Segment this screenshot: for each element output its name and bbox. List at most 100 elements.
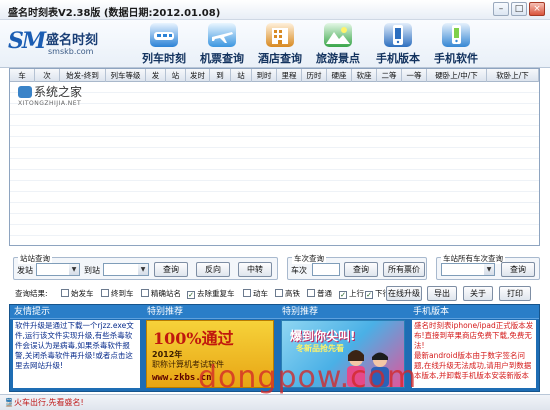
checkbox-icon[interactable]: [61, 289, 69, 297]
mobile-version-panel: 手机版本 盛名时刻表iphone/ipad正式版本发布!直接到苹果商店免费下载,…: [409, 305, 539, 391]
chevron-down-icon: ▼: [69, 264, 79, 275]
station-query-button[interactable]: 查询: [154, 262, 188, 277]
train-icon: [150, 23, 178, 47]
fashion-ad[interactable]: 爆到你尖叫! 冬新品抢先看: [281, 320, 405, 388]
chevron-down-icon: ▼: [484, 264, 494, 275]
filter-exact-name-checkbox[interactable]: 精确站名: [141, 288, 181, 300]
mobile-android-notice: 最新android版本由于数字签名问题,在线升级无法成功,请用户到数据本版本,并…: [414, 351, 532, 380]
toolbar-label: 机票查询: [200, 52, 244, 65]
column-header[interactable]: 软座: [352, 69, 377, 82]
table-header: 车 次 始发-终到 列车等级 发 站 发时 到 站 到时 里程 历时 硬座 软座…: [10, 69, 539, 82]
watermark-name: 系统之家: [34, 85, 83, 99]
column-header[interactable]: 列车等级: [106, 69, 146, 82]
minimize-button[interactable]: –: [493, 2, 509, 16]
filter-terminal-checkbox[interactable]: 终到车: [101, 288, 134, 300]
mobile-phone-icon: [384, 23, 412, 47]
train-number-input[interactable]: [312, 263, 340, 276]
status-bar: 🚆火车出行,先看盛名!: [0, 394, 550, 410]
mobile-iphone-notice: 盛名时刻表iphone/ipad正式版本发布!直接到苹果商店免费下载,免费无法!: [414, 321, 534, 350]
filter-dedupe-checkbox[interactable]: ✓ 去除重复车: [187, 288, 235, 300]
hotel-icon: [266, 23, 294, 47]
filter-highspeed-checkbox[interactable]: 高铁: [275, 288, 300, 300]
checkbox-icon[interactable]: [101, 289, 109, 297]
column-header[interactable]: 一等: [402, 69, 427, 82]
ad-subtitle: 冬新品抢先看: [296, 344, 344, 353]
export-button[interactable]: 导出: [427, 286, 457, 301]
from-station-select[interactable]: ▼: [36, 263, 80, 276]
exam-software-ad[interactable]: 100%通过 2012年 职称计算机考试软件 www.zkbs.cn: [146, 320, 274, 388]
column-header[interactable]: 历时: [302, 69, 327, 82]
mobile-app-icon: [442, 23, 470, 47]
about-button[interactable]: 关于: [463, 286, 493, 301]
station-query-panel: 站站查询 发站 ▼ 到站 ▼ 查询 反向 中转: [13, 253, 278, 280]
filter-emu-checkbox[interactable]: 动车: [243, 288, 268, 300]
maximize-button[interactable]: □: [511, 2, 527, 16]
window-title: 盛名时刻表V2.38版 (数据日期:2012.01.08): [8, 8, 221, 19]
checkmark-icon[interactable]: ✓: [187, 291, 195, 299]
from-station-label: 发站: [17, 266, 33, 275]
column-header[interactable]: 软卧上/下: [487, 69, 539, 82]
to-station-select[interactable]: ▼: [103, 263, 149, 276]
filter-row: 查询结果: 始发车 终到车 精确站名 ✓ 去除重复车 动车 高铁 普通 ✓ 上行 ✓…: [9, 285, 540, 303]
toolbar-mobile-software[interactable]: 手机软件: [430, 23, 482, 67]
all-fares-button[interactable]: 所有票价: [383, 262, 425, 277]
ad-url: www.zkbs.cn: [152, 373, 212, 383]
toolbar-hotel-search[interactable]: 酒店查询: [254, 23, 306, 67]
checkbox-icon[interactable]: [307, 289, 315, 297]
filter-origin-checkbox[interactable]: 始发车: [61, 288, 94, 300]
results-table[interactable]: 车 次 始发-终到 列车等级 发 站 发时 到 站 到时 里程 历时 硬座 软座…: [9, 68, 540, 246]
toolbar-label: 酒店查询: [258, 52, 302, 65]
app-logo: SM 盛名时刻 smskb.com: [6, 26, 126, 62]
station-select[interactable]: ▼: [441, 263, 495, 276]
friendly-tip-text[interactable]: 软件升级是通过下载一个rjzz.exe文件,运行该文件实现升级,有些杀毒软件会误…: [13, 320, 140, 388]
mobile-version-text[interactable]: 盛名时刻表iphone/ipad正式版本发布!直接到苹果商店免费下载,免费无法!…: [412, 320, 536, 388]
checkbox-icon[interactable]: [275, 289, 283, 297]
column-header[interactable]: 硬卧上/中/下: [427, 69, 487, 82]
column-header[interactable]: 车: [10, 69, 35, 82]
recommend-header-1: 特别推荐: [143, 305, 278, 319]
logo-mark: SM: [8, 28, 46, 54]
column-header[interactable]: 二等: [377, 69, 402, 82]
column-header[interactable]: 发: [146, 69, 166, 82]
toolbar-label: 手机软件: [434, 52, 478, 65]
recommend-panel-1: 特别推荐 100%通过 2012年 职称计算机考试软件 www.zkbs.cn: [143, 305, 278, 391]
checkmark-icon[interactable]: ✓: [365, 291, 373, 299]
filter-upward-checkbox[interactable]: ✓ 上行: [339, 288, 364, 300]
checkbox-icon[interactable]: [243, 289, 251, 297]
column-header[interactable]: 站: [166, 69, 186, 82]
column-header[interactable]: 发时: [186, 69, 210, 82]
column-header[interactable]: 始发-终到: [60, 69, 106, 82]
station-all-query-button[interactable]: 查询: [501, 262, 535, 277]
column-header[interactable]: 到时: [252, 69, 277, 82]
friendly-tip-panel: 友情提示 软件升级是通过下载一个rjzz.exe文件,运行该文件实现升级,有些杀…: [10, 305, 143, 391]
column-header[interactable]: 硬座: [327, 69, 352, 82]
toolbar: SM 盛名时刻 smskb.com 列车时刻 机票查询 酒店查询 旅游景点 手机…: [0, 20, 550, 68]
toolbar-flight-search[interactable]: 机票查询: [196, 23, 248, 67]
mobile-version-header: 手机版本: [409, 305, 539, 319]
toolbar-mobile-version[interactable]: 手机版本: [372, 23, 424, 67]
column-header[interactable]: 站: [231, 69, 252, 82]
train-status-icon: 🚆: [4, 398, 14, 407]
landscape-icon: [324, 23, 352, 47]
close-button[interactable]: ×: [529, 2, 545, 16]
toolbar-train-schedule[interactable]: 列车时刻: [138, 23, 190, 67]
logo-name: 盛名时刻: [46, 33, 99, 48]
column-header[interactable]: 次: [35, 69, 60, 82]
checkmark-icon[interactable]: ✓: [339, 291, 347, 299]
status-text: 🚆火车出行,先看盛名!: [4, 398, 84, 407]
logo-site: smskb.com: [48, 47, 94, 56]
checkbox-icon[interactable]: [141, 289, 149, 297]
column-header[interactable]: 到: [210, 69, 231, 82]
reverse-button[interactable]: 反向: [196, 262, 230, 277]
ad-headline: 100%通过: [153, 329, 234, 348]
transfer-button[interactable]: 中转: [238, 262, 272, 277]
filter-normal-checkbox[interactable]: 普通: [307, 288, 332, 300]
train-query-button[interactable]: 查询: [344, 262, 378, 277]
table-body[interactable]: [10, 82, 539, 245]
print-button[interactable]: 打印: [499, 286, 531, 301]
toolbar-scenic-spots[interactable]: 旅游景点: [312, 23, 364, 67]
column-header[interactable]: 里程: [277, 69, 302, 82]
online-upgrade-button[interactable]: 在线升级: [386, 286, 422, 301]
chevron-down-icon: ▼: [138, 264, 148, 275]
ad-subtitle: 职称计算机考试软件: [152, 360, 224, 369]
